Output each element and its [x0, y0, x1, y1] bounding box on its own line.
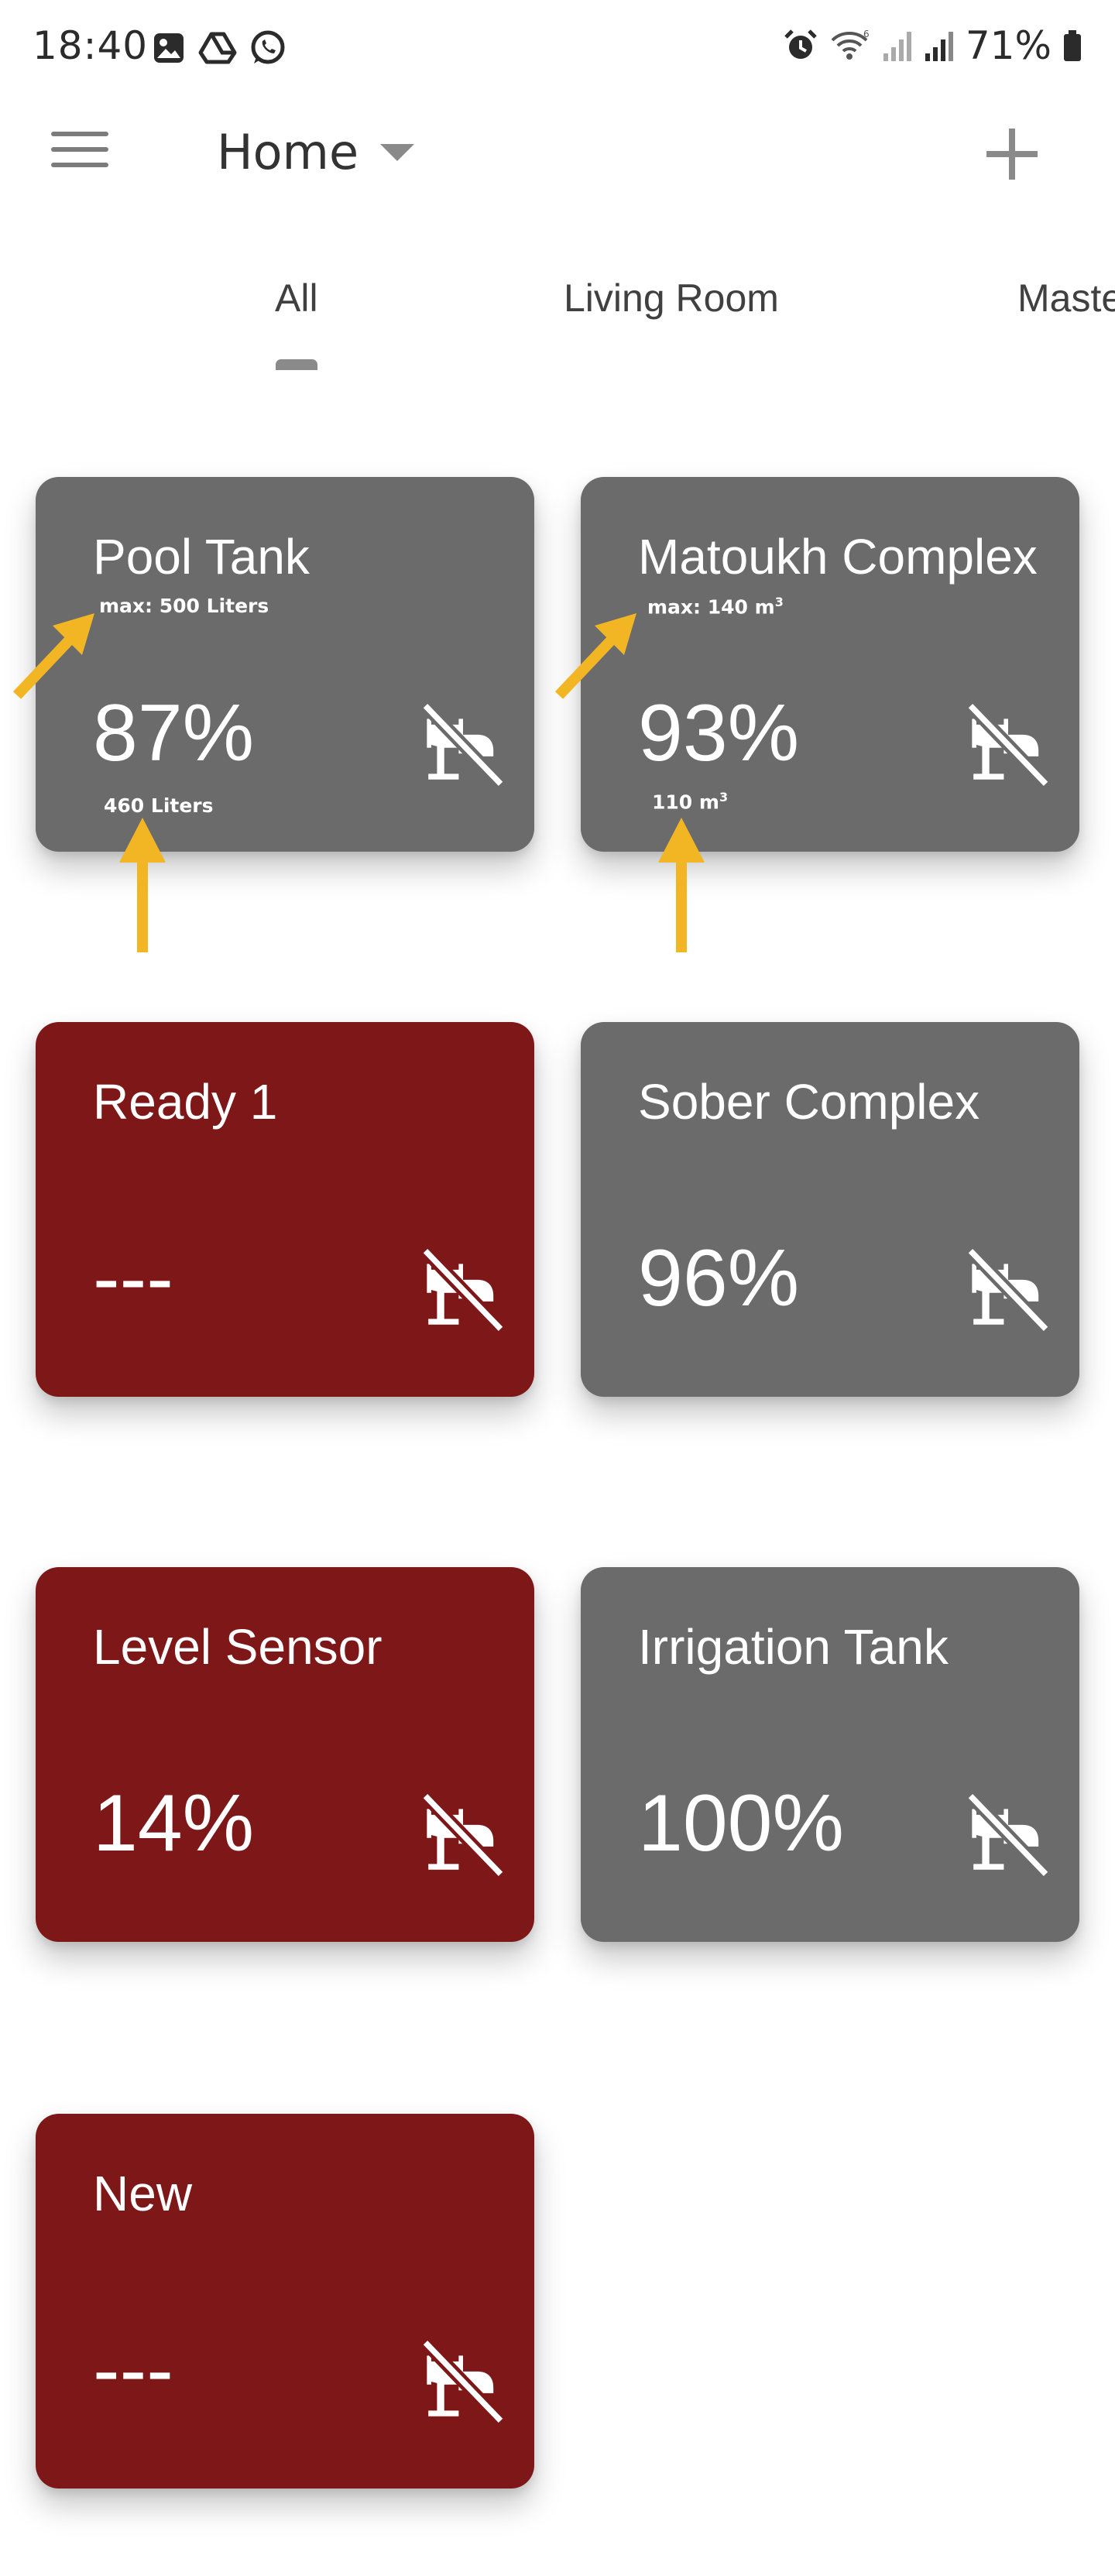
card-level-value: 93%	[638, 688, 800, 778]
tap-off-icon	[420, 1247, 506, 1333]
tab-all[interactable]: All	[275, 276, 318, 321]
signal-icon	[883, 32, 911, 61]
tank-card-new[interactable]: New ---	[36, 2114, 534, 2489]
card-title: Ready 1	[93, 1074, 278, 1130]
app-screen: 18:40 6 71% Home All Living Room Maste P…	[0, 0, 1115, 2576]
app-bar: Home	[0, 108, 1115, 201]
tab-master[interactable]: Maste	[1017, 276, 1115, 321]
battery-percent: 71%	[965, 23, 1052, 68]
status-left-icons	[152, 29, 286, 67]
tank-card-pool-tank[interactable]: Pool Tank max: 500 Liters 87% 460 Liters	[36, 477, 534, 852]
tap-off-icon	[420, 1792, 506, 1878]
room-tabs: All Living Room Maste	[0, 263, 1115, 372]
dropdown-arrow-icon	[380, 143, 415, 161]
svg-text:6: 6	[863, 29, 870, 39]
card-title: Pool Tank	[93, 529, 310, 585]
tank-card-sober-complex[interactable]: Sober Complex 96%	[581, 1022, 1079, 1397]
tap-off-icon	[966, 1247, 1051, 1333]
menu-icon	[51, 132, 108, 136]
whatsapp-icon	[251, 30, 285, 64]
card-level-value: 14%	[93, 1779, 255, 1868]
drive-icon	[198, 32, 237, 64]
tank-card-irrigation-tank[interactable]: Irrigation Tank 100%	[581, 1567, 1079, 1942]
home-selector[interactable]: Home	[217, 124, 416, 180]
card-title: Level Sensor	[93, 1619, 383, 1675]
card-level-value: 96%	[638, 1233, 800, 1323]
card-max-label: max: 140 m3	[647, 595, 784, 619]
tap-off-icon	[966, 701, 1051, 788]
menu-button[interactable]	[51, 132, 108, 178]
tab-living-room[interactable]: Living Room	[564, 276, 779, 321]
wifi-icon: 6	[831, 29, 870, 60]
battery-icon	[1064, 30, 1081, 61]
tank-card-matoukh-complex[interactable]: Matoukh Complex max: 140 m3 93% 110 m3	[581, 477, 1079, 852]
alarm-icon	[784, 29, 817, 59]
annotation-arrow-icon	[658, 818, 705, 952]
tap-off-icon	[420, 701, 506, 788]
card-title: Sober Complex	[638, 1074, 980, 1130]
page-title: Home	[217, 124, 359, 180]
status-time: 18:40	[33, 23, 149, 68]
card-level-value: 87%	[93, 688, 255, 778]
annotation-arrow-icon	[119, 818, 166, 952]
card-volume-label: 110 m3	[652, 790, 729, 814]
tap-off-icon	[420, 2338, 506, 2425]
status-right-icons: 6 71%	[783, 23, 1082, 68]
card-max-label: max: 500 Liters	[99, 595, 269, 617]
card-title: Matoukh Complex	[638, 529, 1038, 585]
card-volume-label: 460 Liters	[104, 794, 214, 817]
tank-card-level-sensor[interactable]: Level Sensor 14%	[36, 1567, 534, 1942]
card-level-value: ---	[93, 1233, 173, 1323]
card-title: Irrigation Tank	[638, 1619, 949, 1675]
add-icon[interactable]	[985, 127, 1039, 181]
card-level-value: ---	[93, 2325, 173, 2415]
card-title: New	[93, 2166, 193, 2221]
active-tab-indicator	[276, 359, 317, 370]
card-level-value: 100%	[638, 1779, 844, 1868]
annotation-arrow-icon	[554, 613, 636, 699]
annotation-arrow-icon	[12, 613, 94, 699]
signal-icon	[925, 32, 953, 61]
status-bar: 18:40 6 71%	[0, 0, 1115, 101]
tap-off-icon	[966, 1792, 1051, 1878]
gallery-icon	[154, 33, 184, 63]
tank-card-ready-1[interactable]: Ready 1 ---	[36, 1022, 534, 1397]
